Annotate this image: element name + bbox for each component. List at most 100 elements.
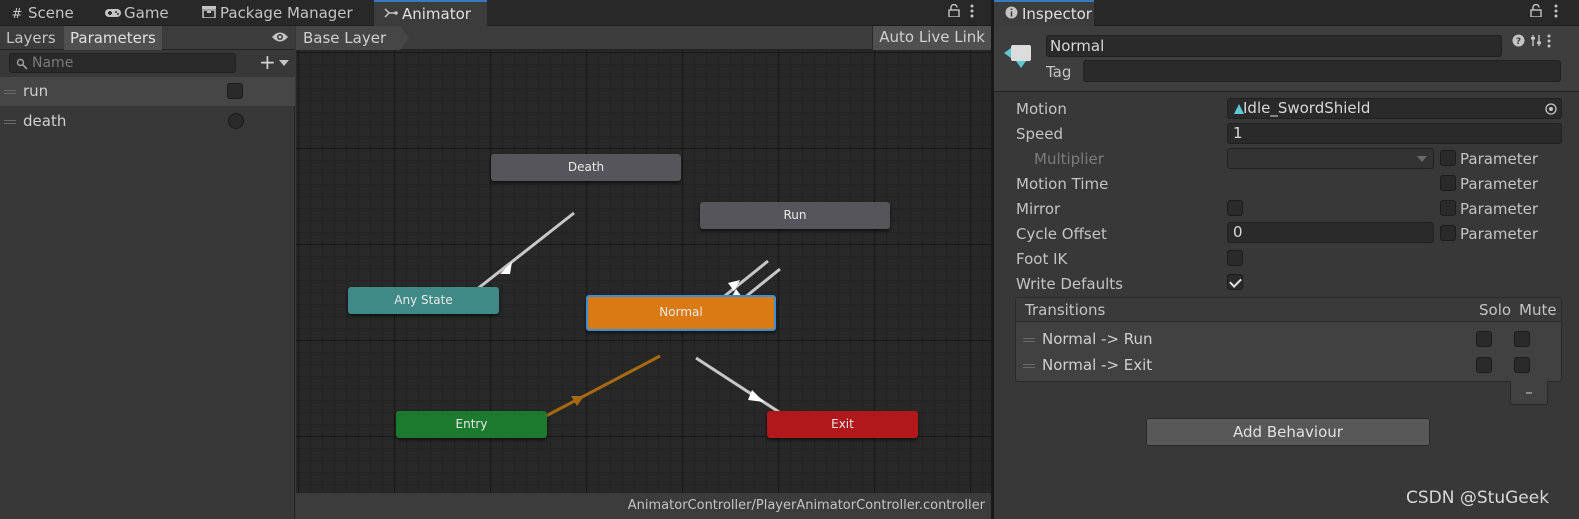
tag-label: Tag <box>1046 63 1072 81</box>
mirror-checkbox[interactable] <box>1227 200 1243 216</box>
inspector-tab-bar: Inspector <box>994 0 1579 26</box>
bool-parameter-checkbox[interactable] <box>227 83 243 99</box>
mirror-label: Mirror <box>1016 200 1061 218</box>
multiplier-parameter-checkbox[interactable] <box>1440 150 1456 166</box>
parameter-search-row: + <box>0 50 295 77</box>
tag-input[interactable] <box>1083 60 1561 82</box>
motion-field[interactable]: Idle_SwordShield <box>1227 98 1562 119</box>
dropdown-arrow-icon <box>279 60 289 66</box>
solo-checkbox[interactable] <box>1476 331 1492 347</box>
watermark-text: CSDN @StuGeek <box>1406 488 1550 508</box>
kebab-menu-icon[interactable] <box>970 4 974 22</box>
auto-live-link-button[interactable]: Auto Live Link <box>872 26 991 50</box>
drag-handle-icon[interactable] <box>1023 364 1035 368</box>
remove-transition-button[interactable]: – <box>1510 381 1548 405</box>
parameter-name[interactable]: run <box>23 82 48 100</box>
drag-handle-icon[interactable] <box>4 90 16 94</box>
svg-text:?: ? <box>1516 37 1521 47</box>
layers-parameters-tabs: Layers Parameters <box>0 26 295 50</box>
transition-name[interactable]: Normal -> Run <box>1042 330 1153 348</box>
solo-column-header: Solo <box>1479 301 1512 319</box>
add-behaviour-button[interactable]: Add Behaviour <box>1146 418 1430 446</box>
state-any-state[interactable]: Any State <box>348 287 499 314</box>
tab-package-manager[interactable]: Package Manager <box>192 0 353 26</box>
multiplier-label: Multiplier <box>1034 150 1104 168</box>
parameter-label: Parameter <box>1460 200 1539 218</box>
preset-sliders-icon[interactable] <box>1530 34 1543 51</box>
transition-row[interactable]: Normal -> Run <box>1016 326 1561 352</box>
animator-icon <box>382 4 400 28</box>
parameters-panel: Layers Parameters + run death <box>0 26 295 519</box>
motion-label: Motion <box>1016 100 1067 118</box>
graph-toolbar: Base Layer Auto Live Link <box>296 26 991 50</box>
state-death[interactable]: Death <box>491 154 681 181</box>
motion-value: Idle_SwordShield <box>1243 99 1371 117</box>
tab-parameters[interactable]: Parameters <box>64 26 162 50</box>
mirror-parameter-checkbox[interactable] <box>1440 200 1456 216</box>
tab-layers[interactable]: Layers <box>0 26 62 50</box>
drag-handle-icon[interactable] <box>1023 338 1035 342</box>
state-name-input[interactable] <box>1046 35 1502 57</box>
drag-handle-icon[interactable] <box>4 120 16 124</box>
animator-window: # Scene Game Package Manager Animator Lay… <box>0 0 991 519</box>
trigger-parameter-radio[interactable] <box>228 113 244 129</box>
search-icon <box>16 58 28 70</box>
tab-scene[interactable]: # Scene <box>0 0 74 26</box>
cycle-offset-label: Cycle Offset <box>1016 225 1107 243</box>
state-run[interactable]: Run <box>700 202 890 229</box>
lock-icon[interactable] <box>1530 3 1542 21</box>
animator-graph[interactable]: Death Run Any State Normal Entry Exit Ba… <box>296 26 991 519</box>
mute-checkbox[interactable] <box>1514 331 1530 347</box>
parameter-row-death[interactable]: death <box>0 107 295 136</box>
kebab-menu-icon[interactable] <box>1554 4 1558 22</box>
kebab-menu-icon[interactable] <box>1547 34 1551 52</box>
state-entry[interactable]: Entry <box>396 411 547 438</box>
write-defaults-label: Write Defaults <box>1016 275 1123 293</box>
transitions-list: Transitions Solo Mute Normal -> Run Norm… <box>1015 297 1562 382</box>
parameter-row-run[interactable]: run <box>0 77 295 106</box>
motion-time-parameter-checkbox[interactable] <box>1440 175 1456 191</box>
package-icon <box>200 2 218 28</box>
eye-icon[interactable] <box>271 30 289 44</box>
mute-checkbox[interactable] <box>1514 357 1530 373</box>
write-defaults-checkbox[interactable] <box>1227 274 1243 290</box>
animator-state-icon <box>1002 39 1034 71</box>
mute-column-header: Mute <box>1519 301 1557 319</box>
transitions-title: Transitions <box>1025 301 1106 319</box>
parameter-name[interactable]: death <box>23 112 66 130</box>
cycle-offset-field[interactable]: 0 <box>1227 222 1434 243</box>
cycle-offset-parameter-checkbox[interactable] <box>1440 225 1456 241</box>
info-icon <box>1002 4 1020 28</box>
motion-time-label: Motion Time <box>1016 175 1109 193</box>
parameter-label: Parameter <box>1460 150 1539 168</box>
state-exit[interactable]: Exit <box>767 411 918 438</box>
state-normal[interactable]: Normal <box>586 295 776 331</box>
parameter-search-input[interactable] <box>9 53 236 73</box>
speed-label: Speed <box>1016 125 1064 143</box>
controller-path: AnimatorController/PlayerAnimatorControl… <box>296 492 991 519</box>
layer-breadcrumb[interactable]: Base Layer <box>296 26 410 50</box>
solo-checkbox[interactable] <box>1476 357 1492 373</box>
plus-icon: + <box>259 50 276 74</box>
multiplier-dropdown <box>1227 148 1434 169</box>
tab-game[interactable]: Game <box>96 0 169 26</box>
parameter-label: Parameter <box>1460 175 1539 193</box>
transition-name[interactable]: Normal -> Exit <box>1042 356 1152 374</box>
gamepad-icon <box>104 2 122 28</box>
transitions-header: Transitions Solo Mute <box>1016 298 1561 322</box>
scene-grid-icon: # <box>11 7 23 22</box>
dropdown-arrow-icon <box>1417 156 1427 162</box>
speed-field[interactable]: 1 <box>1227 123 1562 144</box>
object-picker-icon[interactable] <box>1545 103 1557 115</box>
tab-inspector[interactable]: Inspector <box>994 0 1094 26</box>
foot-ik-checkbox[interactable] <box>1227 250 1243 266</box>
foot-ik-label: Foot IK <box>1016 250 1068 268</box>
left-tab-bar: # Scene Game Package Manager Animator <box>0 0 991 26</box>
lock-icon[interactable] <box>948 3 960 21</box>
inspector-header: ? Tag <box>994 26 1579 92</box>
tab-animator[interactable]: Animator <box>374 0 487 26</box>
help-icon[interactable]: ? <box>1512 34 1525 51</box>
parameter-label: Parameter <box>1460 225 1539 243</box>
transition-row[interactable]: Normal -> Exit <box>1016 352 1561 378</box>
add-parameter-button[interactable]: + <box>257 52 293 74</box>
